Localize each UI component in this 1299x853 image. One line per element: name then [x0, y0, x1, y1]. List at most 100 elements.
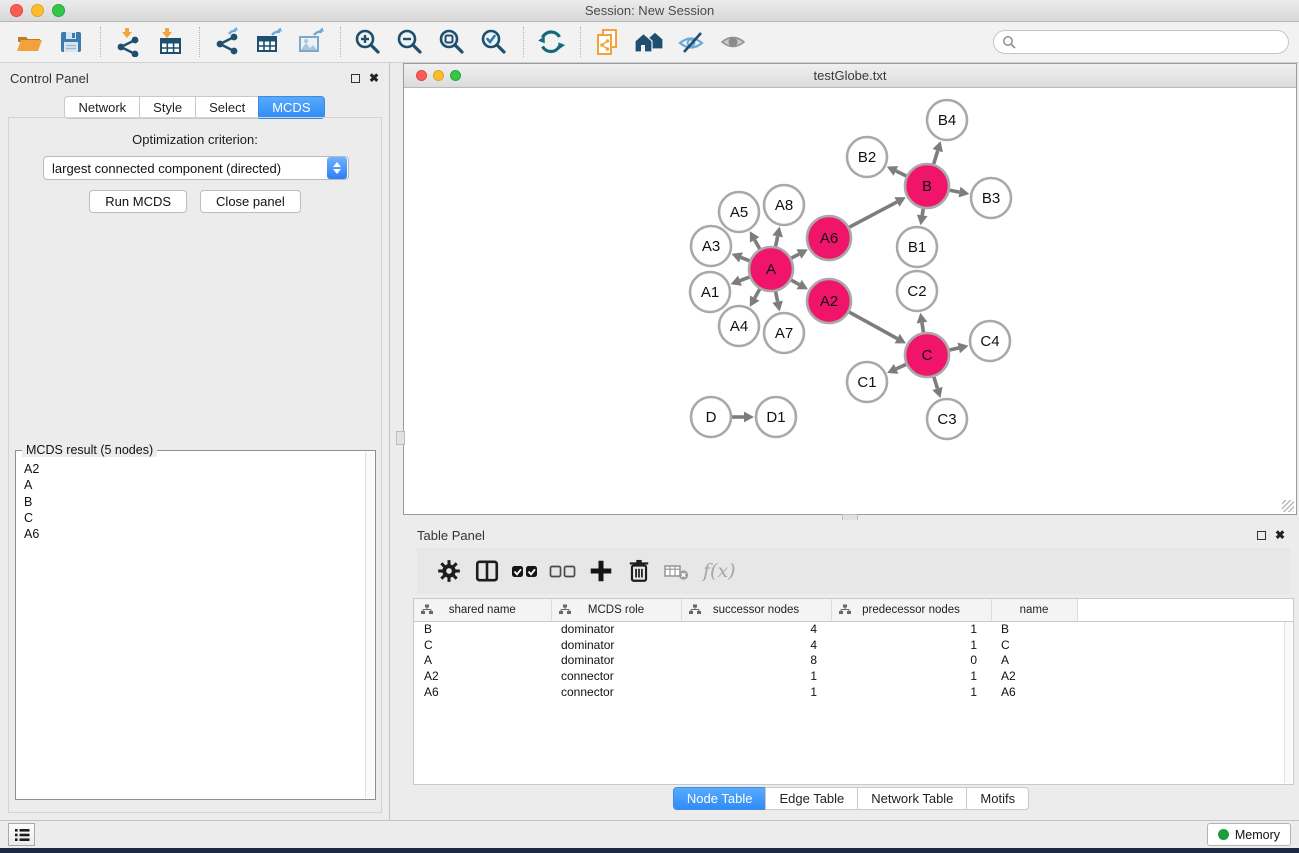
table-row[interactable]: Cdominator41C	[414, 637, 1293, 653]
network-graph[interactable]: B4B2BB3A5A8A6A3B1AA1C2A2A4A7C4CC1DD1C3	[404, 88, 1296, 514]
close-window-icon[interactable]	[10, 4, 23, 17]
table-cell[interactable]: 8	[681, 653, 831, 669]
copy-network-button[interactable]	[591, 26, 625, 58]
table-cell[interactable]: dominator	[551, 621, 681, 637]
minimize-view-icon[interactable]	[433, 70, 444, 81]
export-image-button[interactable]	[294, 26, 328, 58]
run-mcds-button[interactable]: Run MCDS	[89, 190, 187, 213]
tab-network[interactable]: Network	[64, 96, 139, 119]
tab-motifs[interactable]: Motifs	[966, 787, 1029, 810]
float-panel-icon[interactable]	[351, 74, 360, 83]
open-session-button[interactable]	[12, 26, 46, 58]
table-cell[interactable]: A2	[991, 668, 1077, 684]
graph-edge[interactable]	[949, 348, 958, 350]
graph-node-A1[interactable]: A1	[690, 272, 730, 312]
zoom-in-button[interactable]	[351, 26, 385, 58]
table-cell[interactable]: 0	[831, 653, 991, 669]
mcds-result-item[interactable]: A	[24, 477, 365, 493]
delete-row-button[interactable]	[621, 555, 657, 587]
graph-edge[interactable]	[776, 292, 778, 302]
table-row[interactable]: Bdominator41B	[414, 621, 1293, 637]
show-columns-button[interactable]	[469, 555, 505, 587]
graph-node-A5[interactable]: A5	[719, 192, 759, 232]
table-scrollbar[interactable]	[1284, 622, 1292, 783]
graph-edge[interactable]	[776, 236, 778, 246]
mcds-result-item[interactable]: C	[24, 510, 365, 526]
table-row[interactable]: A6connector11A6	[414, 684, 1293, 700]
close-panel-icon[interactable]: ✖	[369, 73, 379, 83]
graph-node-C[interactable]: C	[905, 333, 949, 377]
mcds-result-list[interactable]: A2ABCA6	[16, 461, 365, 797]
column-header[interactable]: name	[991, 599, 1077, 621]
zoom-fit-button[interactable]	[435, 26, 469, 58]
graph-edge[interactable]	[934, 377, 938, 389]
table-cell[interactable]: B	[991, 621, 1077, 637]
table-cell[interactable]: dominator	[551, 653, 681, 669]
show-all-button[interactable]	[717, 26, 751, 58]
table-row[interactable]: A2connector11A2	[414, 668, 1293, 684]
table-cell[interactable]: 1	[831, 621, 991, 637]
graph-node-A3[interactable]: A3	[691, 226, 731, 266]
export-table-button[interactable]	[252, 26, 286, 58]
table-cell[interactable]: 4	[681, 637, 831, 653]
resize-grip[interactable]	[1282, 500, 1294, 512]
table-cell[interactable]: 1	[831, 684, 991, 700]
export-network-button[interactable]	[210, 26, 244, 58]
table-cell[interactable]: 1	[831, 668, 991, 684]
import-table-button[interactable]	[153, 26, 187, 58]
table-cell[interactable]: 4	[681, 621, 831, 637]
zoom-selected-button[interactable]	[477, 26, 511, 58]
graph-edge[interactable]	[896, 364, 906, 368]
table-cell[interactable]: A	[991, 653, 1077, 669]
close-view-icon[interactable]	[416, 70, 427, 81]
minimize-window-icon[interactable]	[31, 4, 44, 17]
mcds-result-item[interactable]: A6	[24, 526, 365, 542]
column-header[interactable]: successor nodes	[681, 599, 831, 621]
graph-node-A2[interactable]: A2	[807, 279, 851, 323]
graph-node-C4[interactable]: C4	[970, 321, 1010, 361]
table-cell[interactable]: A6	[991, 684, 1077, 700]
tab-network-table[interactable]: Network Table	[857, 787, 966, 810]
graph-node-B2[interactable]: B2	[847, 137, 887, 177]
table-cell[interactable]: C	[414, 637, 551, 653]
network-window-titlebar[interactable]: testGlobe.txt	[404, 64, 1296, 88]
graph-edge[interactable]	[922, 323, 924, 333]
table-cell[interactable]: A6	[414, 684, 551, 700]
save-session-button[interactable]	[54, 26, 88, 58]
graph-node-A6[interactable]: A6	[807, 216, 851, 260]
table-cell[interactable]: 1	[681, 668, 831, 684]
graph-edge[interactable]	[922, 209, 923, 216]
table-cell[interactable]: C	[991, 637, 1077, 653]
table-settings-button[interactable]	[431, 555, 467, 587]
graph-edge[interactable]	[896, 171, 906, 176]
home-button[interactable]	[633, 26, 667, 58]
mcds-result-item[interactable]: B	[24, 494, 365, 510]
select-all-button[interactable]	[507, 555, 543, 587]
table-cell[interactable]: A2	[414, 668, 551, 684]
node-table[interactable]: shared nameMCDS rolesuccessor nodesprede…	[413, 598, 1294, 785]
table-cell[interactable]: dominator	[551, 637, 681, 653]
mcds-result-scrollbar[interactable]	[365, 452, 374, 798]
graph-node-B3[interactable]: B3	[971, 178, 1011, 218]
table-row[interactable]: Adominator80A	[414, 653, 1293, 669]
graph-node-C2[interactable]: C2	[897, 271, 937, 311]
import-network-button[interactable]	[111, 26, 145, 58]
graph-node-B[interactable]: B	[905, 164, 949, 208]
graph-node-B4[interactable]: B4	[927, 100, 967, 140]
tab-node-table[interactable]: Node Table	[673, 787, 766, 810]
tab-mcds[interactable]: MCDS	[258, 96, 324, 119]
graph-node-D[interactable]: D	[691, 397, 731, 437]
close-panel-button[interactable]: Close panel	[200, 190, 301, 213]
float-table-panel-icon[interactable]	[1257, 531, 1266, 540]
vertical-splitter-handle[interactable]	[396, 431, 405, 445]
zoom-out-button[interactable]	[393, 26, 427, 58]
graph-edge[interactable]	[791, 254, 799, 258]
table-cell[interactable]: 1	[681, 684, 831, 700]
graph-node-B1[interactable]: B1	[897, 227, 937, 267]
add-row-button[interactable]	[583, 555, 619, 587]
function-builder-button[interactable]: f(x)	[703, 560, 736, 582]
graph-edge[interactable]	[849, 202, 897, 227]
search-input[interactable]	[1016, 35, 1280, 49]
tab-edge-table[interactable]: Edge Table	[765, 787, 857, 810]
maximize-view-icon[interactable]	[450, 70, 461, 81]
